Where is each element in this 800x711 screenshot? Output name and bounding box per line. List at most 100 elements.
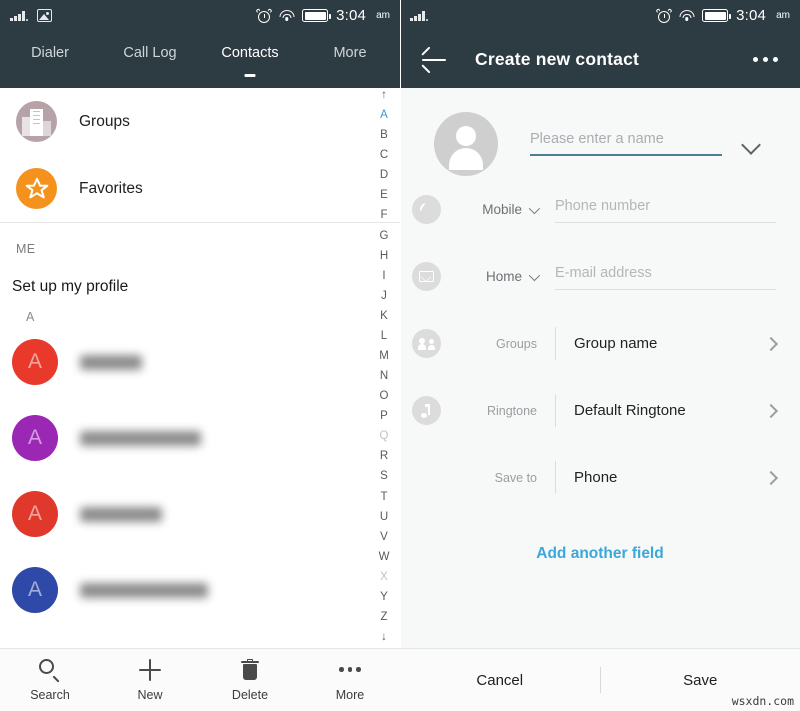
back-arrow-icon[interactable] bbox=[421, 46, 448, 74]
contacts-bottom-toolbar: Search New Delete More bbox=[0, 648, 400, 711]
delete-button-label: Delete bbox=[231, 687, 269, 702]
alpha-index-i[interactable]: I bbox=[382, 270, 385, 283]
phone-input-underline bbox=[555, 221, 776, 223]
alpha-index-m[interactable]: M bbox=[379, 351, 389, 363]
phone-type-label: Mobile bbox=[482, 202, 522, 217]
name-input[interactable] bbox=[530, 131, 722, 154]
alpha-index-b[interactable]: B bbox=[380, 130, 388, 142]
phone-input[interactable] bbox=[555, 197, 776, 222]
contact-list-item[interactable]: A bbox=[0, 324, 400, 400]
alpha-index-r[interactable]: R bbox=[380, 451, 388, 463]
alpha-index-n[interactable]: N bbox=[380, 371, 388, 383]
screen-root: 3:04 am Dialer Call Log Contacts More Gr… bbox=[0, 0, 800, 711]
status-bar-time: 3:04 bbox=[336, 7, 367, 24]
alpha-index-j[interactable]: J bbox=[381, 290, 387, 303]
ringtone-field-row[interactable]: Ringtone Default Ringtone bbox=[400, 377, 800, 444]
create-contact-panel: 3:04 am Create new contact Please enter … bbox=[400, 0, 800, 711]
chevron-right-icon[interactable] bbox=[763, 336, 779, 351]
alpha-index-scroll-up[interactable]: ↑ bbox=[381, 89, 387, 102]
groups-field-row[interactable]: Groups Group name bbox=[400, 310, 800, 377]
save-button[interactable]: Save bbox=[601, 672, 800, 689]
photo-icon bbox=[37, 9, 52, 22]
alpha-index-s[interactable]: S bbox=[380, 471, 388, 483]
no-icon-placeholder bbox=[412, 463, 441, 492]
alpha-index-g[interactable]: G bbox=[380, 230, 389, 243]
panel-divider bbox=[400, 0, 401, 711]
tab-dialer[interactable]: Dialer bbox=[0, 45, 100, 61]
alpha-index-c[interactable]: C bbox=[380, 150, 388, 162]
field-separator bbox=[555, 461, 556, 494]
alphabet-index[interactable]: ↑ A B C D E F G H I J K L M N O P Q R S bbox=[368, 88, 400, 648]
new-button[interactable]: New bbox=[100, 658, 200, 702]
alpha-index-q[interactable]: Q bbox=[380, 431, 389, 443]
avatar: A bbox=[12, 339, 58, 385]
shortcut-groups[interactable]: Groups bbox=[0, 88, 400, 155]
delete-button[interactable]: Delete bbox=[200, 658, 300, 702]
alpha-index-w[interactable]: W bbox=[379, 551, 390, 564]
alpha-index-z[interactable]: Z bbox=[380, 612, 387, 624]
tab-active-indicator bbox=[244, 74, 256, 77]
email-type-label: Home bbox=[485, 269, 522, 284]
avatar: A bbox=[12, 415, 58, 461]
contacts-list-body: Groups Favorites ME Set up my profile A … bbox=[0, 88, 400, 711]
section-header-me: ME bbox=[16, 242, 36, 256]
trash-icon bbox=[239, 658, 261, 681]
alpha-index-x[interactable]: X bbox=[380, 571, 388, 584]
setup-profile-row[interactable]: Set up my profile bbox=[0, 256, 400, 296]
signal-bars-icon bbox=[410, 10, 428, 21]
contact-form: Mobile Home bbox=[400, 88, 800, 679]
avatar-initial: A bbox=[27, 426, 42, 449]
wifi-icon bbox=[279, 10, 295, 21]
alpha-index-scroll-down[interactable]: ↓ bbox=[381, 632, 387, 644]
email-type-selector[interactable]: Home bbox=[441, 269, 541, 284]
alpha-index-p[interactable]: P bbox=[380, 411, 388, 423]
search-button-label: Search bbox=[30, 687, 70, 702]
person-avatar-icon[interactable] bbox=[434, 112, 498, 176]
tab-call-log-label: Call Log bbox=[123, 45, 177, 61]
more-dots-icon bbox=[339, 659, 361, 681]
name-input-underline bbox=[530, 154, 722, 156]
phone-type-selector[interactable]: Mobile bbox=[441, 202, 541, 217]
more-button[interactable]: More bbox=[300, 659, 400, 702]
add-another-field-button[interactable]: Add another field bbox=[400, 545, 800, 563]
more-dots-icon[interactable] bbox=[753, 57, 778, 62]
contact-list-item[interactable]: A bbox=[0, 400, 400, 476]
status-bar-left-icons bbox=[10, 9, 52, 22]
alpha-index-y[interactable]: Y bbox=[380, 591, 388, 604]
alpha-index-k[interactable]: K bbox=[380, 310, 388, 323]
alpha-index-a[interactable]: A bbox=[380, 110, 388, 122]
contact-list-item[interactable]: A bbox=[0, 552, 400, 628]
more-button-label: More bbox=[335, 687, 365, 702]
alpha-index-d[interactable]: D bbox=[380, 170, 388, 182]
tab-contacts[interactable]: Contacts bbox=[200, 45, 300, 77]
alpha-index-h[interactable]: H bbox=[380, 250, 388, 263]
alpha-index-v[interactable]: V bbox=[380, 531, 388, 544]
phone-field-row: Mobile bbox=[400, 176, 800, 243]
tab-more[interactable]: More bbox=[300, 45, 400, 61]
alpha-index-e[interactable]: E bbox=[380, 190, 388, 202]
app-bar: Create new contact bbox=[400, 31, 800, 88]
name-field-wrap bbox=[530, 112, 722, 156]
contact-name-redacted bbox=[80, 506, 162, 522]
tab-call-log[interactable]: Call Log bbox=[100, 45, 200, 61]
wifi-icon bbox=[679, 10, 695, 21]
alpha-index-o[interactable]: O bbox=[380, 391, 389, 403]
alpha-index-u[interactable]: U bbox=[380, 511, 388, 524]
email-input[interactable] bbox=[555, 264, 776, 289]
email-field-row: Home bbox=[400, 243, 800, 310]
phone-icon bbox=[412, 195, 441, 224]
contact-list-item[interactable]: A bbox=[0, 476, 400, 552]
chevron-down-icon[interactable] bbox=[741, 135, 761, 155]
alpha-index-t[interactable]: T bbox=[380, 491, 387, 504]
alpha-index-l[interactable]: L bbox=[381, 330, 387, 343]
cancel-button[interactable]: Cancel bbox=[400, 672, 600, 689]
contact-name-redacted bbox=[80, 582, 208, 598]
avatar-initial: A bbox=[27, 502, 42, 525]
chevron-right-icon[interactable] bbox=[763, 470, 779, 485]
save-to-value: Phone bbox=[574, 469, 618, 486]
search-button[interactable]: Search bbox=[0, 658, 100, 702]
shortcut-favorites[interactable]: Favorites bbox=[0, 155, 400, 222]
alpha-index-f[interactable]: F bbox=[380, 210, 387, 222]
save-to-field-row[interactable]: Save to Phone bbox=[400, 444, 800, 511]
chevron-right-icon[interactable] bbox=[763, 403, 779, 418]
